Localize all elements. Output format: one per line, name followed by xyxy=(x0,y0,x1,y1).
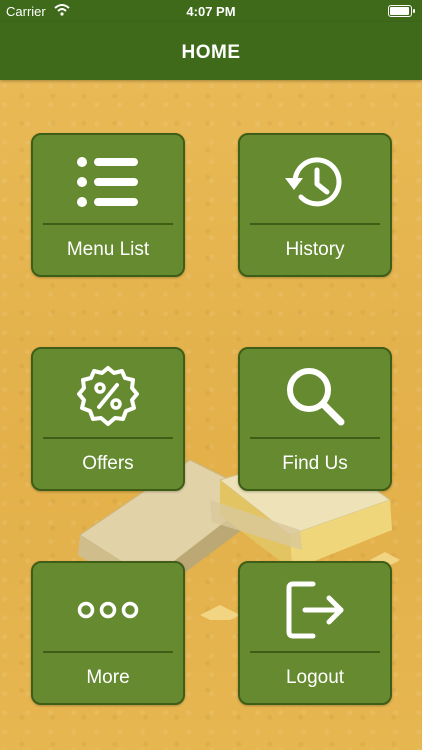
tile-divider xyxy=(250,437,380,439)
status-bar: Carrier 4:07 PM xyxy=(0,0,422,22)
list-icon xyxy=(33,147,183,217)
more-button[interactable]: More xyxy=(31,561,185,705)
menu-list-label: Menu List xyxy=(66,239,150,260)
history-button[interactable]: History xyxy=(238,133,392,277)
offers-button[interactable]: Offers xyxy=(31,347,185,491)
search-icon xyxy=(240,361,390,431)
find-us-label: Find Us xyxy=(282,453,348,474)
battery-icon xyxy=(388,5,415,17)
tile-divider xyxy=(43,223,173,225)
offers-label: Offers xyxy=(82,453,134,474)
history-label: History xyxy=(285,239,345,260)
more-dots-icon xyxy=(33,575,183,645)
tile-divider xyxy=(250,651,380,653)
menu-list-button[interactable]: Menu List xyxy=(31,133,185,277)
logout-button[interactable]: Logout xyxy=(238,561,392,705)
tile-divider xyxy=(250,223,380,225)
tile-divider xyxy=(43,437,173,439)
status-time: 4:07 PM xyxy=(186,4,236,19)
tile-divider xyxy=(43,651,173,653)
find-us-button[interactable]: Find Us xyxy=(238,347,392,491)
page-title: HOME xyxy=(181,42,241,63)
history-icon xyxy=(240,147,390,217)
logout-icon xyxy=(240,575,390,645)
percent-badge-icon xyxy=(33,361,183,431)
more-label: More xyxy=(86,667,130,688)
logout-label: Logout xyxy=(285,667,345,688)
nav-bar: HOME xyxy=(0,22,422,80)
